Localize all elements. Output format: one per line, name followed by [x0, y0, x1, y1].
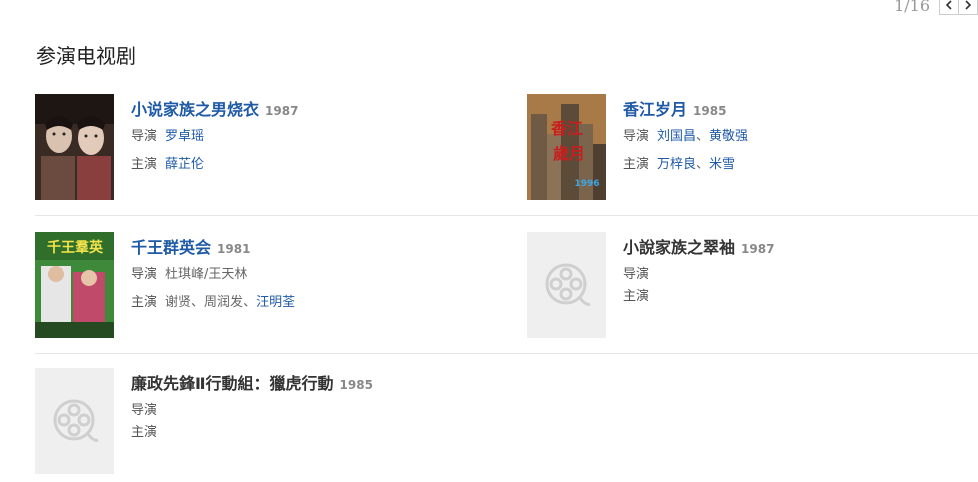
director-link[interactable]: 罗卓瑶	[165, 125, 204, 144]
list-row: 廉政先鋒Ⅱ行動組：獵虎行動 1985 导演 主演	[35, 354, 978, 482]
director-label: 导演	[131, 129, 158, 144]
chevron-right-icon	[965, 0, 972, 10]
item-year: 1985	[693, 104, 727, 118]
item-title[interactable]: 廉政先鋒Ⅱ行動組：獵虎行動	[131, 370, 334, 394]
item-year: 1985	[339, 378, 373, 392]
item-year: 1987	[265, 104, 299, 118]
list-item: 小说家族之男烧衣 1987 导演 罗卓瑶 主演 薛芷伦	[35, 94, 527, 215]
item-title[interactable]: 小说家族之男烧衣	[131, 96, 259, 120]
chevron-left-icon	[945, 0, 952, 10]
cast-label: 主演	[623, 157, 650, 172]
item-year: 1981	[217, 242, 251, 256]
director-label: 导演	[623, 267, 650, 282]
cast-label: 主演	[131, 425, 158, 440]
poster-year-text: 1996	[574, 179, 599, 189]
pager: 1/16	[894, 0, 978, 16]
cast-link[interactable]: 万梓良	[657, 153, 696, 172]
film-reel-icon	[53, 399, 99, 442]
cast-label: 主演	[131, 295, 158, 310]
page: 1/16 参演电视剧 小说家族之男烧衣 1987 导演 罗卓瑶 主演 薛芷伦 香…	[0, 0, 978, 482]
director-label: 导演	[131, 267, 158, 282]
director-label: 导演	[131, 403, 158, 418]
director-text: 杜琪峰/王天林	[165, 267, 248, 282]
list-row: 千王羣英 千王群英会 1981 导演 杜琪峰/王天林 主演 谢贤 、 周润发 、…	[35, 216, 978, 354]
pager-count: 1/16	[894, 0, 930, 15]
director-label: 导演	[623, 129, 650, 144]
list-item: 千王羣英 千王群英会 1981 导演 杜琪峰/王天林 主演 谢贤 、 周润发 、…	[35, 232, 527, 353]
item-title[interactable]: 小說家族之翠袖	[623, 234, 735, 258]
list-item: 廉政先鋒Ⅱ行動組：獵虎行動 1985 导演 主演	[35, 368, 527, 482]
cast-link[interactable]: 米雪	[709, 153, 735, 172]
cast-link[interactable]: 汪明荃	[256, 291, 295, 310]
item-year: 1987	[741, 242, 775, 256]
list-row: 小说家族之男烧衣 1987 导演 罗卓瑶 主演 薛芷伦 香江 歲月 1996 香…	[35, 94, 978, 216]
item-title[interactable]: 香江岁月	[623, 96, 687, 120]
director-link[interactable]: 刘国昌	[657, 125, 696, 144]
svg-text:歲月: 歲月	[553, 144, 585, 163]
cast-text: 谢贤	[165, 295, 192, 310]
poster-placeholder[interactable]	[35, 368, 114, 474]
cast-label: 主演	[623, 289, 650, 304]
list-item: 香江 歲月 1996 香江岁月 1985 导演 刘国昌、黄敬强 主演 万梓良 、…	[527, 94, 978, 215]
next-page-button[interactable]	[958, 0, 978, 15]
list-item: 小說家族之翠袖 1987 导演 主演	[527, 232, 978, 353]
prev-page-button[interactable]	[939, 0, 959, 15]
tv-series-list: 小说家族之男烧衣 1987 导演 罗卓瑶 主演 薛芷伦 香江 歲月 1996 香…	[35, 94, 978, 482]
cast-label: 主演	[131, 157, 158, 172]
svg-text:千王羣英: 千王羣英	[47, 239, 104, 256]
poster-placeholder[interactable]	[527, 232, 606, 338]
cast-text: 周润发	[204, 295, 244, 310]
section-title: 参演电视剧	[36, 44, 136, 68]
poster-image[interactable]	[35, 94, 114, 200]
poster-image[interactable]: 千王羣英	[35, 232, 114, 338]
svg-text:香江: 香江	[550, 119, 583, 138]
film-reel-icon	[545, 263, 591, 306]
poster-image[interactable]: 香江 歲月 1996	[527, 94, 606, 200]
cast-link[interactable]: 薛芷伦	[165, 153, 204, 172]
item-title[interactable]: 千王群英会	[131, 234, 211, 258]
director-link[interactable]: 黄敬强	[709, 125, 748, 144]
